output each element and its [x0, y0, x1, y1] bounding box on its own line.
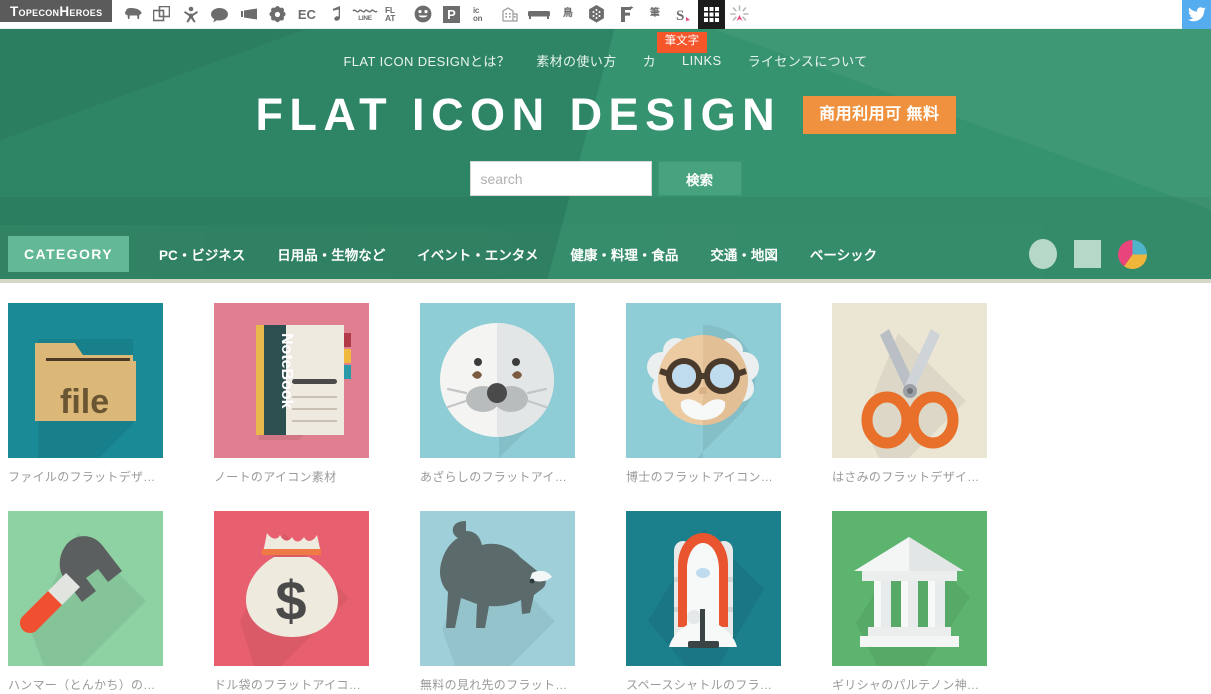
icon-card-space-shuttle[interactable]: スペースシャトルのフラ… [626, 485, 832, 693]
icon-thumbnail-money-bag[interactable]: $ [214, 511, 369, 666]
icon-thumbnail-scissors[interactable] [832, 303, 987, 458]
nav-license[interactable]: ライセンスについて [748, 51, 868, 70]
filter-circle-icon[interactable] [1029, 239, 1057, 269]
icon-card-parthenon[interactable]: ギリシャのパルテノン神… [832, 485, 1038, 693]
icon-card-hammer[interactable]: ハンマー（とんかち）の… [8, 485, 214, 693]
icon-caption[interactable]: あざらしのフラットアイ… [420, 468, 626, 485]
icon-card-scissors[interactable]: はさみのフラットデザイ… [832, 303, 1038, 485]
icon-text-icon[interactable]: ic on [466, 0, 495, 29]
twitter-icon[interactable] [1182, 0, 1211, 29]
icon-caption[interactable]: 博士のフラットアイコン… [626, 468, 832, 485]
speech-bubble-icon[interactable] [205, 0, 234, 29]
page-title: FLAT ICON DESIGN [255, 89, 782, 140]
s-sparkle-icon[interactable]: S [669, 0, 698, 29]
commercial-free-badge[interactable]: 商用利用可 無料 [803, 95, 956, 134]
hero-title-row: FLAT ICON DESIGN 商用利用可 無料 [0, 92, 1211, 137]
sparkle-burst-icon[interactable] [725, 0, 754, 29]
partner-site-icon-list: EC LINE FL AT P ic on 鳥 筆 S [112, 0, 754, 29]
svg-text:file: file [60, 383, 109, 421]
category-label-pill[interactable]: CATEGORY [8, 236, 129, 272]
icon-caption[interactable]: ノートのアイコン素材 [214, 468, 420, 485]
icon-thumbnail-hammer[interactable] [8, 511, 163, 666]
hexagon-pattern-icon[interactable] [582, 0, 611, 29]
smiley-face-icon[interactable] [408, 0, 437, 29]
icon-caption[interactable]: はさみのフラットデザイ… [832, 468, 1038, 485]
svg-text:S: S [676, 8, 684, 23]
brush-writing-badge[interactable]: 筆文字 [656, 32, 708, 53]
icon-caption[interactable]: ギリシャのパルテノン神… [832, 676, 1038, 693]
building-icon[interactable] [495, 0, 524, 29]
category-daily-creatures[interactable]: 日用品・生物など [261, 244, 401, 264]
ec-text-icon[interactable]: EC [292, 0, 321, 29]
hero-banner: FLAT ICON DESIGNとは？ 素材の使い方 カ 筆文字 LINKS ラ… [0, 29, 1211, 283]
svg-text:on: on [473, 14, 483, 23]
category-bar: CATEGORY PC・ビジネス 日用品・生物など イベント・エンタメ 健康・料… [0, 225, 1211, 283]
icon-caption[interactable]: スペースシャトルのフラ… [626, 676, 832, 693]
icon-thumbnail-space-shuttle[interactable] [626, 511, 781, 666]
brush-kanji-icon[interactable]: 筆 [640, 0, 669, 29]
filter-color-pie-icon[interactable] [1118, 239, 1147, 269]
filter-square-icon[interactable] [1074, 240, 1101, 268]
category-health-cooking-food[interactable]: 健康・料理・食品 [554, 244, 694, 264]
icon-thumbnail-bull[interactable] [420, 511, 575, 666]
flat-text-icon[interactable]: FL AT [379, 0, 408, 29]
megaphone-icon[interactable] [234, 0, 263, 29]
nav-about[interactable]: FLAT ICON DESIGNとは？ [343, 51, 510, 70]
icon-thumbnail-parthenon[interactable] [832, 511, 987, 666]
sofa-icon[interactable] [524, 0, 553, 29]
hero-navigation: FLAT ICON DESIGNとは？ 素材の使い方 カ 筆文字 LINKS ラ… [0, 29, 1211, 70]
nav-category-partial[interactable]: カ [643, 54, 656, 69]
line-wave-icon[interactable]: LINE [350, 0, 379, 29]
icon-caption[interactable]: 無料の見れ先のフラット… [420, 676, 626, 693]
shape-filter-group [1029, 239, 1211, 269]
icon-thumbnail-notebook[interactable]: NoteBook [214, 303, 369, 458]
top-utility-bar: TopeconHeroes EC LINE FL AT P ic on 鳥 筆 … [0, 0, 1211, 29]
category-event-entertainment[interactable]: イベント・エンタメ [401, 244, 554, 264]
category-transport-map[interactable]: 交通・地図 [694, 244, 794, 264]
icon-card-money-bag[interactable]: $ ドル袋のフラットアイコ… [214, 485, 420, 693]
search-input[interactable] [469, 161, 652, 196]
category-pc-business[interactable]: PC・ビジネス [143, 244, 261, 264]
icon-card-notebook[interactable]: NoteBook ノートのアイコン素材 [214, 303, 420, 485]
icon-thumbnail-seal[interactable] [420, 303, 575, 458]
music-note-icon[interactable] [321, 0, 350, 29]
parking-p-icon[interactable]: P [437, 0, 466, 29]
icon-caption[interactable]: ハンマー（とんかち）の… [8, 676, 214, 693]
nav-links[interactable]: LINKS [682, 53, 722, 68]
search-row: 検索 [0, 161, 1211, 196]
svg-text:AT: AT [385, 13, 396, 23]
icon-caption[interactable]: ドル袋のフラットアイコ… [214, 676, 420, 693]
svg-text:P: P [448, 7, 457, 22]
icon-card-seal[interactable]: あざらしのフラットアイ… [420, 303, 626, 485]
nav-category-wrapper: カ 筆文字 [643, 32, 708, 70]
bird-kanji-icon[interactable]: 鳥 [553, 0, 582, 29]
grid-icon[interactable] [698, 0, 726, 29]
person-cheering-icon[interactable] [176, 0, 205, 29]
search-button[interactable]: 検索 [657, 161, 742, 196]
icon-thumbnail-doctor[interactable] [626, 303, 781, 458]
category-basic[interactable]: ベーシック [794, 244, 893, 264]
icon-grid: file ファイルのフラットデザ… NoteBook ノートのアイコン素材 あざ… [0, 283, 1211, 693]
svg-text:LINE: LINE [358, 15, 373, 22]
site-brand-logo[interactable]: TopeconHeroes [0, 0, 113, 22]
icon-card-file[interactable]: file ファイルのフラットデザ… [8, 303, 214, 485]
sheep-icon[interactable] [118, 0, 147, 29]
nav-how-to-use[interactable]: 素材の使い方 [536, 51, 616, 70]
svg-text:$: $ [275, 569, 306, 632]
icon-card-doctor[interactable]: 博士のフラットアイコン… [626, 303, 832, 485]
f-mark-icon[interactable] [611, 0, 640, 29]
flower-gear-icon[interactable] [263, 0, 292, 29]
copy-windows-icon[interactable] [147, 0, 176, 29]
icon-card-bull[interactable]: 無料の見れ先のフラット… [420, 485, 626, 693]
icon-caption[interactable]: ファイルのフラットデザ… [8, 468, 214, 485]
icon-thumbnail-file[interactable]: file [8, 303, 163, 458]
hero-bottom-rule [0, 279, 1211, 283]
